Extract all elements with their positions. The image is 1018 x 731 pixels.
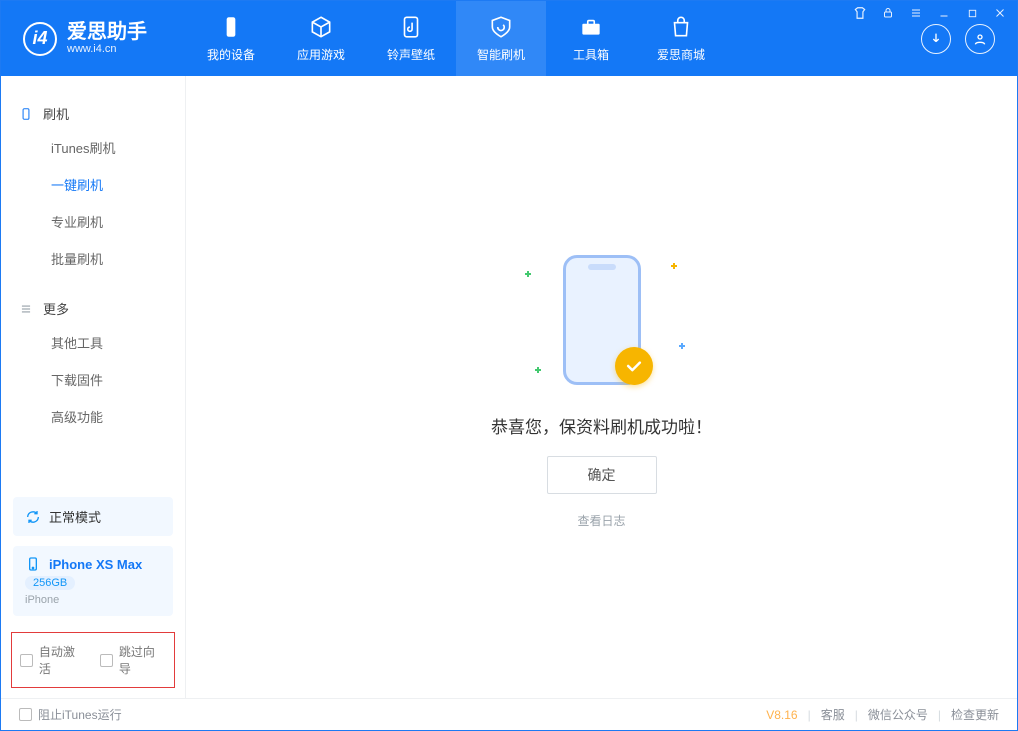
app-logo: i4 爱思助手 www.i4.cn [1, 1, 186, 76]
sidebar-panels: 正常模式 iPhone XS Max 256GB iPhone [1, 497, 185, 626]
phone-outline-icon [19, 107, 33, 121]
list-icon [19, 302, 33, 316]
user-button[interactable] [965, 24, 995, 54]
maximize-button[interactable] [963, 5, 981, 21]
nav-apps[interactable]: 应用游戏 [276, 1, 366, 76]
sync-icon [25, 509, 41, 525]
lock-icon[interactable] [879, 5, 897, 21]
sparkle-icon [671, 263, 677, 269]
close-button[interactable] [991, 5, 1009, 21]
checkbox-icon [100, 654, 113, 667]
nav-store[interactable]: 爱思商城 [636, 1, 726, 76]
logo-icon: i4 [23, 22, 57, 56]
mode-panel[interactable]: 正常模式 [13, 497, 173, 536]
toolbox-icon [578, 14, 604, 40]
nav-label: 爱思商城 [657, 46, 705, 63]
app-title: 爱思助手 [67, 21, 147, 43]
main-content: 恭喜您，保资料刷机成功啦！ 确定 查看日志 [186, 76, 1017, 698]
footer-link-wechat[interactable]: 微信公众号 [868, 706, 928, 723]
minimize-button[interactable] [935, 5, 953, 21]
ok-button[interactable]: 确定 [547, 456, 657, 494]
nav-label: 应用游戏 [297, 46, 345, 63]
separator: | [855, 708, 858, 722]
device-panel[interactable]: iPhone XS Max 256GB iPhone [13, 546, 173, 616]
app-subtitle: www.i4.cn [67, 43, 147, 55]
checkbox-block-itunes[interactable]: 阻止iTunes运行 [19, 706, 122, 723]
shirt-icon[interactable] [851, 5, 869, 21]
device-type: iPhone [25, 594, 161, 606]
check-badge-icon [615, 347, 653, 385]
success-illustration [517, 245, 687, 395]
nav-label: 智能刷机 [477, 46, 525, 63]
checkbox-auto-activate[interactable]: 自动激活 [20, 643, 86, 677]
nav-flash[interactable]: 智能刷机 [456, 1, 546, 76]
sidebar-item-download-fw[interactable]: 下载固件 [1, 361, 185, 398]
group-title: 刷机 [43, 104, 69, 123]
nav-ringtone[interactable]: 铃声壁纸 [366, 1, 456, 76]
download-button[interactable] [921, 24, 951, 54]
shield-refresh-icon [488, 14, 514, 40]
app-window: i4 爱思助手 www.i4.cn 我的设备 应用游戏 铃声壁纸 智能刷机 [0, 0, 1018, 731]
bag-icon [668, 14, 694, 40]
view-log-link[interactable]: 查看日志 [577, 512, 625, 529]
menu-icon[interactable] [907, 5, 925, 21]
separator: | [808, 708, 811, 722]
sidebar-options-box: 自动激活 跳过向导 [11, 632, 175, 688]
body: 刷机 iTunes刷机 一键刷机 专业刷机 批量刷机 更多 其他工具 下载固件 … [1, 76, 1017, 698]
success-panel: 恭喜您，保资料刷机成功啦！ 确定 查看日志 [186, 76, 1017, 698]
sparkle-icon [525, 271, 531, 277]
footer-link-support[interactable]: 客服 [821, 706, 845, 723]
device-icon [25, 556, 41, 572]
checkbox-label: 阻止iTunes运行 [38, 706, 122, 723]
version-label: V8.16 [766, 708, 797, 722]
footer-link-update[interactable]: 检查更新 [951, 706, 999, 723]
footer: 阻止iTunes运行 V8.16 | 客服 | 微信公众号 | 检查更新 [1, 698, 1017, 730]
checkbox-label: 跳过向导 [119, 643, 166, 677]
sidebar-group-more: 更多 其他工具 下载固件 高级功能 [1, 285, 185, 443]
device-storage: 256GB [25, 576, 75, 590]
checkbox-icon [20, 654, 33, 667]
sidebar-item-oneclick[interactable]: 一键刷机 [1, 166, 185, 203]
window-controls [851, 5, 1009, 21]
nav-label: 我的设备 [207, 46, 255, 63]
sidebar-item-other-tools[interactable]: 其他工具 [1, 324, 185, 361]
cube-icon [308, 14, 334, 40]
top-nav: 我的设备 应用游戏 铃声壁纸 智能刷机 工具箱 爱思商城 [186, 1, 921, 76]
mode-label: 正常模式 [49, 507, 101, 526]
music-file-icon [398, 14, 424, 40]
nav-toolbox[interactable]: 工具箱 [546, 1, 636, 76]
sidebar-item-advanced[interactable]: 高级功能 [1, 398, 185, 435]
checkbox-label: 自动激活 [39, 643, 86, 677]
nav-label: 铃声壁纸 [387, 46, 435, 63]
phone-icon [218, 14, 244, 40]
sidebar-item-itunes[interactable]: iTunes刷机 [1, 129, 185, 166]
success-message: 恭喜您，保资料刷机成功啦！ [491, 413, 712, 438]
separator: | [938, 708, 941, 722]
sparkle-icon [535, 367, 541, 373]
nav-device[interactable]: 我的设备 [186, 1, 276, 76]
group-title: 更多 [43, 299, 69, 318]
checkbox-icon [19, 708, 32, 721]
sparkle-icon [679, 343, 685, 349]
sidebar-item-batch[interactable]: 批量刷机 [1, 240, 185, 277]
nav-label: 工具箱 [573, 46, 609, 63]
header: i4 爱思助手 www.i4.cn 我的设备 应用游戏 铃声壁纸 智能刷机 [1, 1, 1017, 76]
sidebar-item-pro[interactable]: 专业刷机 [1, 203, 185, 240]
sidebar: 刷机 iTunes刷机 一键刷机 专业刷机 批量刷机 更多 其他工具 下载固件 … [1, 76, 186, 698]
device-name: iPhone XS Max [49, 557, 142, 572]
checkbox-skip-guide[interactable]: 跳过向导 [100, 643, 166, 677]
sidebar-group-flash: 刷机 iTunes刷机 一键刷机 专业刷机 批量刷机 [1, 90, 185, 285]
